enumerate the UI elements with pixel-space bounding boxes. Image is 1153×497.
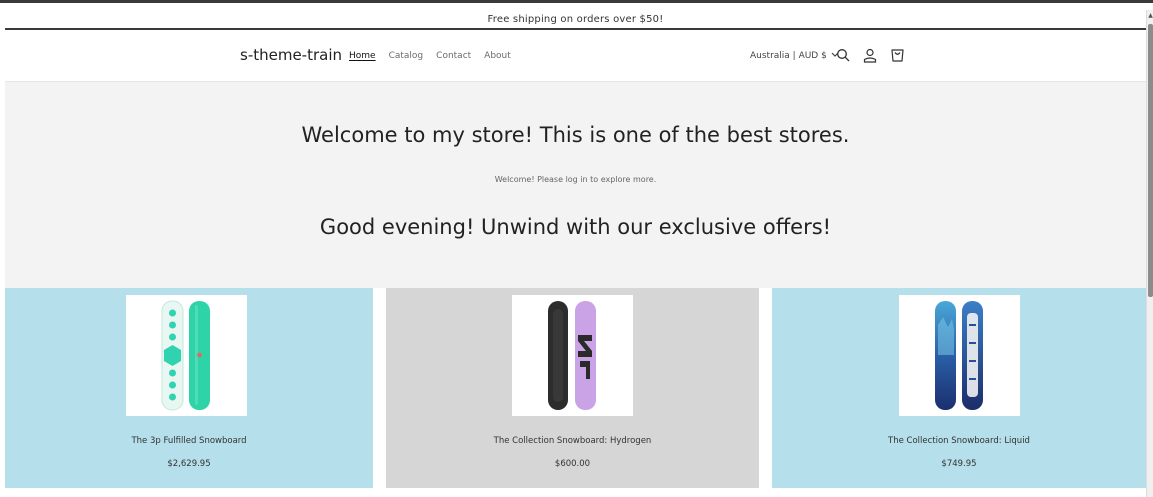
country-currency-selector[interactable]: Australia | AUD $: [750, 51, 839, 61]
product-grid: The 3p Fulfilled Snowboard $2,629.95 The…: [5, 288, 1146, 488]
product-card[interactable]: The Collection Snowboard: Hydrogen $600.…: [386, 288, 759, 488]
product-title[interactable]: The 3p Fulfilled Snowboard: [5, 436, 373, 446]
announcement-bar: Free shipping on orders over $50!: [5, 11, 1146, 30]
nav-link-about[interactable]: About: [484, 51, 511, 61]
nav-link-home[interactable]: Home: [349, 51, 376, 61]
snowboard-hydrogen-image: [548, 301, 596, 410]
nav-link-contact[interactable]: Contact: [436, 51, 471, 61]
cart-icon[interactable]: [889, 46, 905, 64]
nav-link-catalog[interactable]: Catalog: [389, 51, 424, 61]
page-scrollbar[interactable]: ▲: [1146, 10, 1153, 497]
account-icon[interactable]: [862, 46, 878, 64]
country-currency-label: Australia | AUD $: [750, 51, 827, 61]
window-top-edge: [0, 0, 1153, 10]
snowboard-3p-image: [161, 300, 210, 411]
main-nav: Home Catalog Contact About: [349, 51, 511, 61]
site-header: s-theme-train Home Catalog Contact About…: [5, 32, 1146, 82]
product-image[interactable]: [899, 295, 1020, 416]
product-image[interactable]: [512, 295, 633, 416]
product-card[interactable]: The 3p Fulfilled Snowboard $2,629.95: [5, 288, 373, 488]
scroll-up-arrow-icon[interactable]: ▲: [1147, 12, 1153, 20]
product-card[interactable]: The Collection Snowboard: Liquid $749.95: [772, 288, 1146, 488]
product-price: $2,629.95: [167, 459, 211, 469]
product-price: $600.00: [554, 459, 591, 469]
snowboard-liquid-image: [935, 301, 983, 410]
product-image[interactable]: [126, 295, 247, 416]
product-title[interactable]: The Collection Snowboard: Hydrogen: [386, 436, 759, 446]
search-icon[interactable]: [835, 46, 851, 64]
announcement-text: Free shipping on orders over $50!: [487, 14, 664, 25]
header-icons: [835, 46, 905, 64]
product-title[interactable]: The Collection Snowboard: Liquid: [772, 436, 1146, 446]
scrollbar-thumb[interactable]: [1148, 24, 1153, 297]
hero-offer-title: Good evening! Unwind with our exclusive …: [319, 215, 832, 239]
store-logo[interactable]: s-theme-train: [240, 46, 342, 64]
hero-title: Welcome to my store! This is one of the …: [301, 123, 850, 147]
hero-subtitle: Welcome! Please log in to explore more.: [494, 175, 657, 184]
product-price: $749.95: [941, 459, 977, 469]
hero-banner: Welcome to my store! This is one of the …: [5, 82, 1146, 288]
page: Free shipping on orders over $50! s-them…: [0, 0, 1153, 497]
